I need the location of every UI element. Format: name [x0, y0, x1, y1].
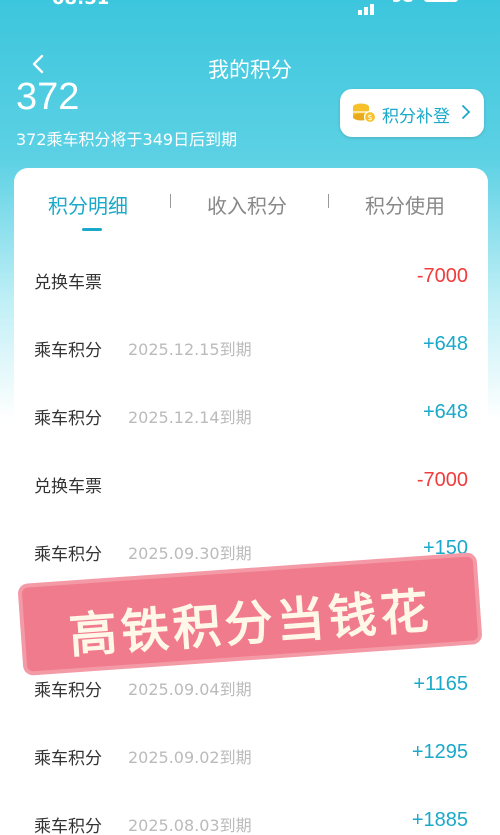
- record-amount: +648: [422, 333, 468, 355]
- record-row[interactable]: 乘车积分 2025.08.03到期 +1885: [14, 804, 488, 835]
- points-supplement-button[interactable]: $ 积分补登: [340, 89, 484, 137]
- record-date: 2025.08.03到期: [128, 816, 252, 835]
- tab-points-detail[interactable]: 积分明细: [48, 190, 128, 219]
- record-amount: +648: [422, 401, 468, 423]
- record-row[interactable]: 乘车积分 2025.09.04到期 +1165: [14, 668, 488, 708]
- record-title: 乘车积分: [34, 545, 102, 565]
- battery-icon: [424, 0, 458, 2]
- record-amount: -7000: [416, 469, 468, 491]
- record-title: 乘车积分: [34, 681, 102, 701]
- record-date: 2025.09.02到期: [128, 748, 252, 767]
- record-date: 2025.09.30到期: [128, 544, 252, 563]
- record-row[interactable]: 乘车积分 2025.12.15到期 +648: [14, 328, 488, 368]
- record-amount: -7000: [416, 265, 468, 287]
- record-title: 乘车积分: [34, 409, 102, 429]
- network-label: 5G: [392, 0, 413, 6]
- supplement-label: 积分补登: [382, 107, 450, 127]
- record-amount: +1885: [411, 809, 468, 831]
- record-row[interactable]: 乘车积分 2025.09.02到期 +1295: [14, 736, 488, 776]
- chevron-right-icon: [462, 105, 471, 119]
- coin-stack-icon: $: [353, 103, 376, 124]
- tab-income-points[interactable]: 收入积分: [207, 190, 287, 219]
- record-row[interactable]: 乘车积分 2025.12.14到期 +648: [14, 396, 488, 436]
- record-amount: +1165: [413, 673, 468, 695]
- status-time: 08:51: [52, 0, 109, 9]
- record-title: 兑换车票: [34, 273, 102, 293]
- record-title: 乘车积分: [34, 749, 102, 769]
- record-row[interactable]: 兑换车票 -7000: [14, 260, 488, 300]
- status-bar: 08:51 5G: [0, 0, 500, 15]
- signal-icon: [358, 0, 386, 15]
- record-date: 2025.12.14到期: [128, 408, 252, 427]
- tab-divider: [170, 194, 171, 208]
- svg-text:$: $: [367, 113, 372, 122]
- tab-divider: [328, 194, 329, 208]
- expire-note: 372乘车积分将于349日后到期: [16, 130, 238, 149]
- active-tab-indicator: [82, 228, 102, 231]
- record-title: 乘车积分: [34, 817, 102, 835]
- record-title: 兑换车票: [34, 477, 102, 497]
- points-value: 372: [16, 76, 80, 118]
- record-amount: +1295: [411, 741, 468, 763]
- record-row[interactable]: 兑换车票 -7000: [14, 464, 488, 504]
- record-date: 2025.09.04到期: [128, 680, 252, 699]
- points-card: 积分明细 收入积分 积分使用 兑换车票 -7000 乘车积分 2025.12.1…: [14, 168, 488, 835]
- record-title: 乘车积分: [34, 341, 102, 361]
- record-date: 2025.12.15到期: [128, 340, 252, 359]
- tab-points-usage[interactable]: 积分使用: [365, 190, 445, 219]
